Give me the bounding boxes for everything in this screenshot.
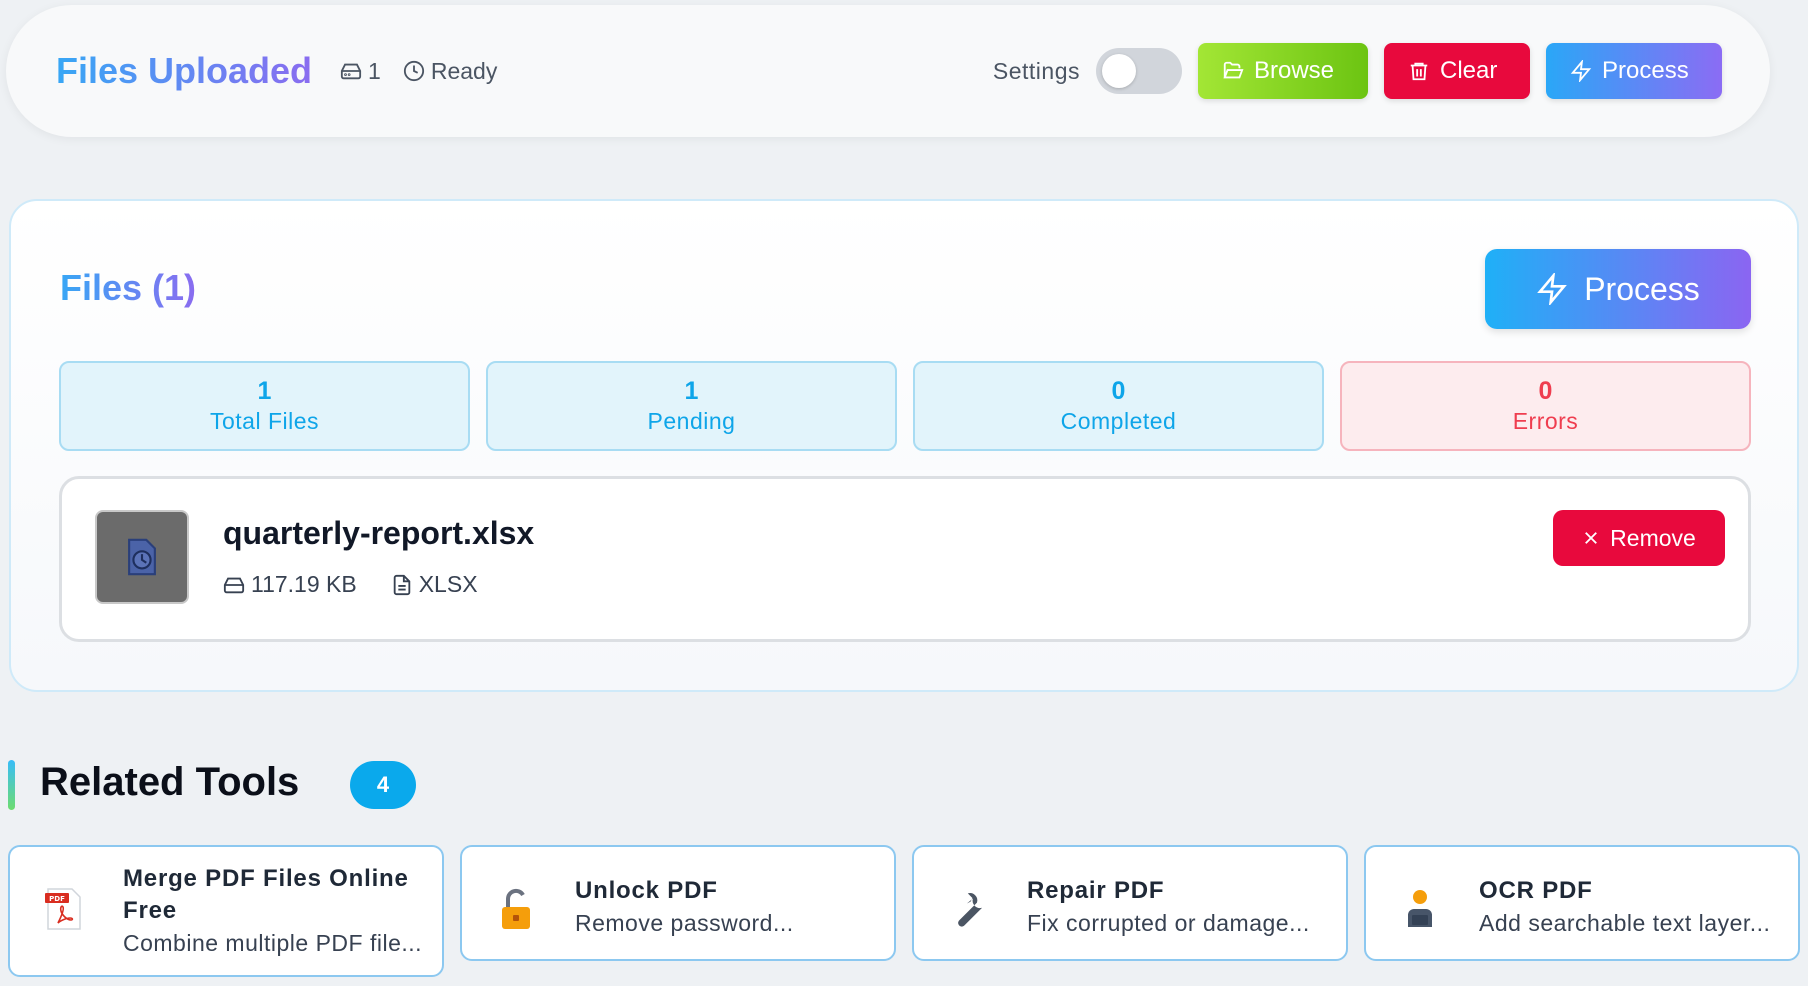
file-size: 117.19 KB [251, 571, 357, 597]
process-all-label: Process [1584, 270, 1700, 307]
header-actions: Settings Browse Clear Process [993, 43, 1722, 99]
files-title: Files (1) [60, 267, 197, 308]
stat-errors: 0 Errors [1340, 361, 1751, 451]
settings-label: Settings [992, 57, 1080, 84]
folder-open-icon [1223, 61, 1244, 79]
related-tools-title: Related Tools [40, 760, 300, 804]
remove-button[interactable]: Remove [1553, 510, 1725, 566]
process-button[interactable]: Process [1546, 43, 1722, 99]
stat-label: Errors [1512, 408, 1579, 434]
tool-card-unlock-pdf[interactable]: Unlock PDF Remove password... [460, 845, 896, 961]
stat-pending: 1 Pending [486, 361, 897, 451]
clock-icon [403, 60, 424, 82]
stat-label: Pending [647, 408, 736, 434]
tool-description: Add searchable text layer... [1479, 910, 1771, 936]
unlock-icon [494, 887, 538, 931]
section-accent-bar [8, 760, 15, 810]
page-title: Files Uploaded [56, 50, 313, 91]
tool-name: Repair PDF [1027, 877, 1165, 904]
file-type-meta: XLSX [391, 571, 478, 598]
stat-value: 0 [1538, 377, 1553, 405]
document-icon [393, 574, 410, 595]
hard-drive-icon [340, 63, 362, 80]
file-count-meta: 1 [340, 58, 381, 85]
svg-text:PDF: PDF [49, 895, 65, 903]
hard-drive-icon [223, 577, 245, 593]
clear-label: Clear [1440, 57, 1498, 84]
tool-description: Combine multiple PDF file... [123, 930, 423, 956]
process-all-button[interactable]: Process [1485, 249, 1751, 329]
file-type: XLSX [418, 571, 478, 597]
stat-label: Completed [1060, 408, 1177, 434]
file-name: quarterly-report.xlsx [223, 515, 535, 551]
ocr-person-icon [1398, 887, 1442, 931]
files-panel: Files (1) Process 1 Total Files 1 Pendin… [9, 199, 1799, 692]
process-label: Process [1602, 57, 1689, 84]
browse-button[interactable]: Browse [1198, 43, 1368, 99]
tool-card-ocr-pdf[interactable]: OCR PDF Add searchable text layer... [1364, 845, 1800, 961]
stat-total-files: 1 Total Files [59, 361, 470, 451]
tool-description: Fix corrupted or damage... [1027, 910, 1310, 936]
toggle-knob [1102, 54, 1136, 88]
stat-label: Total Files [209, 408, 320, 434]
clear-button[interactable]: Clear [1384, 43, 1530, 99]
tool-name: Unlock PDF [575, 877, 718, 904]
file-count: 1 [368, 57, 381, 84]
stat-value: 0 [1111, 377, 1126, 405]
stat-value: 1 [257, 377, 272, 405]
close-icon [1585, 532, 1598, 544]
status-meta: Ready [403, 58, 497, 85]
settings-toggle[interactable] [1096, 48, 1182, 94]
related-tools-count-badge: 4 [350, 761, 416, 809]
top-header: Files Uploaded 1 Ready Settings Browse C… [6, 5, 1770, 137]
file-meta: 117.19 KB XLSX [223, 571, 478, 598]
status-text: Ready [430, 57, 498, 84]
trash-icon [1410, 62, 1428, 81]
pdf-file-icon: PDF [42, 887, 86, 931]
tool-name: Merge PDF Files Online Free [123, 865, 409, 924]
file-size-meta: 117.19 KB [223, 571, 357, 598]
lightning-icon [1537, 273, 1568, 305]
stat-value: 1 [684, 377, 699, 405]
lightning-icon [1570, 60, 1592, 82]
stats-row: 1 Total Files 1 Pending 0 Completed 0 Er… [59, 361, 1751, 451]
browse-label: Browse [1254, 57, 1335, 84]
tool-description: Remove password... [575, 910, 794, 936]
remove-label: Remove [1610, 524, 1696, 551]
file-item: quarterly-report.xlsx 117.19 KB XLSX Rem… [59, 476, 1751, 642]
file-thumbnail [95, 510, 189, 604]
tool-card-merge-pdf[interactable]: PDF Merge PDF Files Online Free Combine … [8, 845, 444, 977]
wrench-icon [946, 887, 990, 931]
tool-name: OCR PDF [1479, 877, 1593, 904]
stat-completed: 0 Completed [913, 361, 1324, 451]
file-clock-icon [128, 538, 156, 576]
tool-card-repair-pdf[interactable]: Repair PDF Fix corrupted or damage... [912, 845, 1348, 961]
